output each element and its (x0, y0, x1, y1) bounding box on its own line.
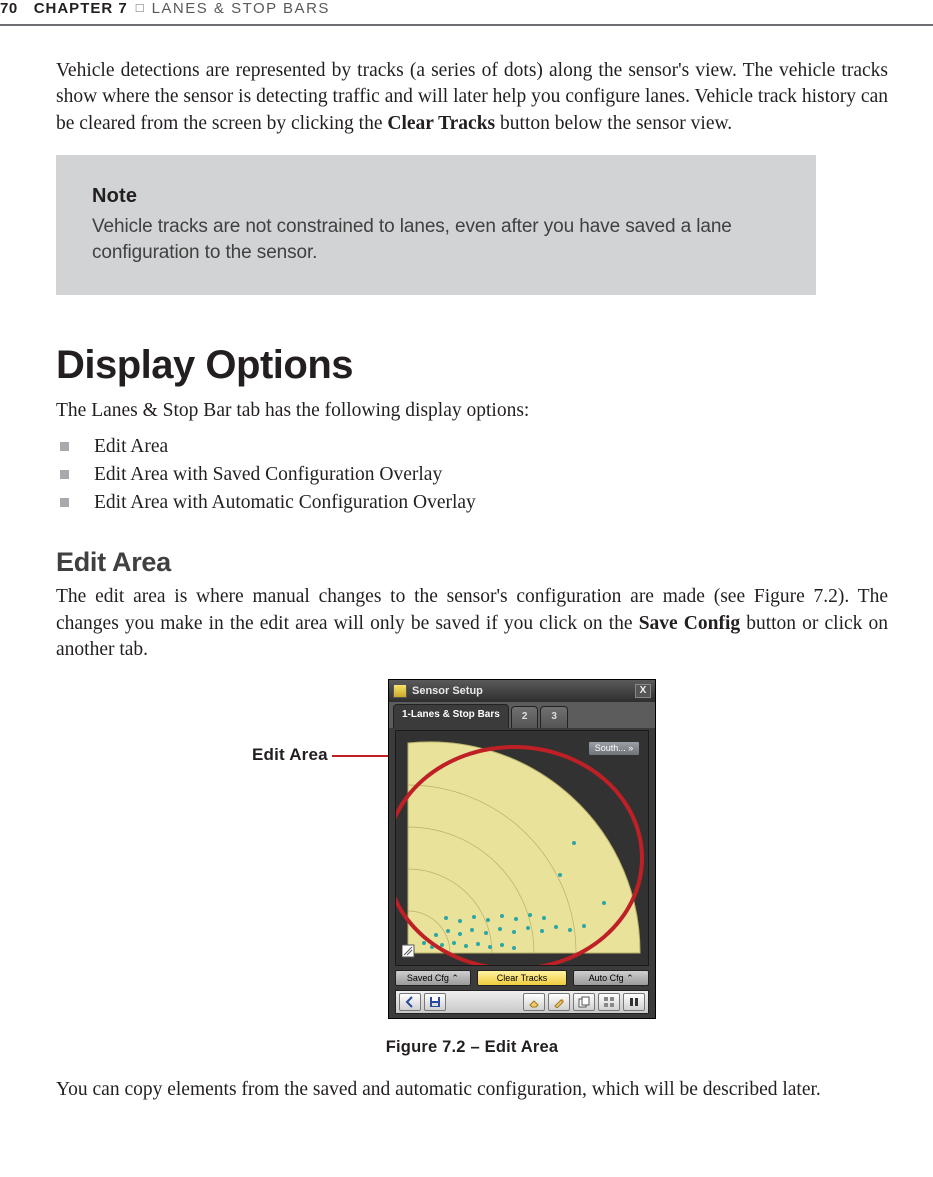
pencil-icon[interactable] (548, 993, 570, 1011)
edit-area-paragraph: The edit area is where manual changes to… (56, 584, 888, 663)
figure-7-2: Edit Area Sensor Setup X 1-Lanes & Stop … (56, 679, 888, 1034)
options-list: Edit Area Edit Area with Saved Configura… (56, 433, 888, 518)
saved-cfg-button[interactable]: Saved Cfg ⌃ (395, 970, 471, 986)
clear-tracks-bold: Clear Tracks (387, 113, 495, 134)
closing-paragraph: You can copy elements from the saved and… (56, 1077, 888, 1103)
back-icon[interactable] (399, 993, 421, 1011)
save-config-bold: Save Config (639, 613, 740, 634)
save-icon[interactable] (424, 993, 446, 1011)
sensor-view[interactable]: South... » (395, 730, 649, 966)
intro-text-2: button below the sensor view. (495, 113, 732, 134)
sensor-wedge (402, 735, 646, 959)
close-icon[interactable]: X (635, 684, 651, 698)
separator-icon: □ (136, 0, 144, 15)
copy-icon[interactable] (573, 993, 595, 1011)
list-item: Edit Area (56, 433, 888, 461)
pause-icon[interactable] (623, 993, 645, 1011)
list-item: Edit Area with Saved Configuration Overl… (56, 461, 888, 489)
figure-caption: Figure 7.2 – Edit Area (56, 1038, 888, 1057)
sensor-setup-window: Sensor Setup X 1-Lanes & Stop Bars 2 3 (388, 679, 656, 1019)
eraser-icon[interactable] (523, 993, 545, 1011)
note-box: Note Vehicle tracks are not constrained … (56, 155, 816, 295)
window-tabs: 1-Lanes & Stop Bars 2 3 (389, 702, 655, 728)
intro-paragraph: Vehicle detections are represented by tr… (56, 58, 888, 137)
page-number: 70 (0, 0, 18, 17)
chapter-label: CHAPTER 7 (34, 0, 128, 17)
callout-label: Edit Area (252, 745, 328, 765)
tab-lanes-stop-bars[interactable]: 1-Lanes & Stop Bars (393, 704, 509, 728)
chapter-title: LANES & STOP BARS (152, 0, 330, 17)
clear-tracks-button[interactable]: Clear Tracks (477, 970, 568, 986)
note-body: Vehicle tracks are not constrained to la… (92, 214, 780, 265)
config-button-row: Saved Cfg ⌃ Clear Tracks Auto Cfg ⌃ (389, 966, 655, 988)
list-item: Edit Area with Automatic Configuration O… (56, 489, 888, 517)
direction-button[interactable]: South... » (588, 741, 640, 756)
page-content: Vehicle detections are represented by tr… (56, 58, 888, 1104)
editor-toolbar (395, 990, 649, 1014)
list-intro: The Lanes & Stop Bar tab has the followi… (56, 398, 888, 424)
tab-2[interactable]: 2 (511, 706, 539, 728)
auto-cfg-button[interactable]: Auto Cfg ⌃ (573, 970, 649, 986)
page-header: 70 CHAPTER 7 □ LANES & STOP BARS (0, 0, 933, 26)
window-titlebar: Sensor Setup X (389, 680, 655, 702)
window-title: Sensor Setup (393, 684, 483, 698)
tab-3[interactable]: 3 (540, 706, 568, 728)
subsection-heading: Edit Area (56, 547, 888, 578)
section-heading: Display Options (56, 343, 888, 388)
grid-icon[interactable] (598, 993, 620, 1011)
note-title: Note (92, 185, 780, 208)
